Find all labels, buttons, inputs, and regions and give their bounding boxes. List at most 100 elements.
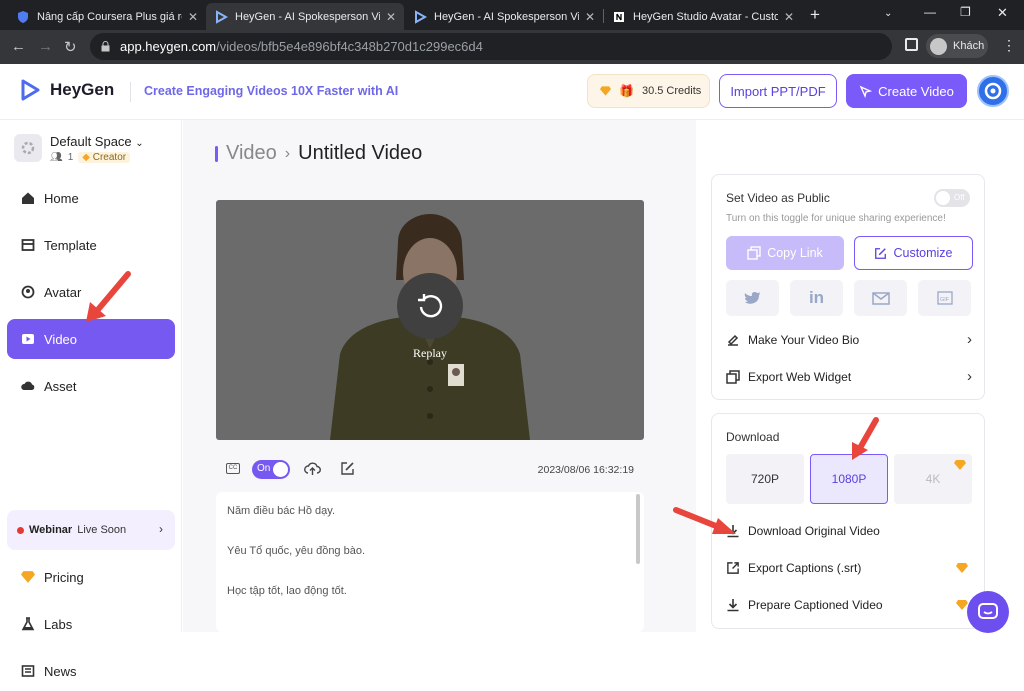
make-video-bio-label: Make Your Video Bio <box>748 333 860 347</box>
sidebar-item-label: Avatar <box>44 284 82 300</box>
download-original-row[interactable]: Download Original Video <box>726 519 972 543</box>
sidebar-item-label: Pricing <box>44 569 84 585</box>
back-icon[interactable]: ← <box>11 38 26 55</box>
customize-button[interactable]: Customize <box>854 236 973 270</box>
sidebar-item-labs[interactable]: Labs <box>7 604 175 644</box>
share-gif-button[interactable]: GIF <box>918 280 971 316</box>
lock-icon <box>101 41 110 52</box>
credits-label: 30.5 Credits <box>641 85 702 97</box>
sidebar-item-news[interactable]: News <box>7 651 175 691</box>
replay-label: Replay <box>413 346 447 360</box>
replay-icon <box>418 294 443 318</box>
created-timestamp: 2023/08/06 16:32:19 <box>537 464 634 476</box>
page-title[interactable]: Untitled Video <box>298 142 422 165</box>
sidebar-item-home[interactable]: Home <box>7 178 175 218</box>
export-captions-row[interactable]: Export Captions (.srt) <box>726 556 972 580</box>
url-field[interactable]: app.heygen.com/videos/bfb5e4e896bf4c348b… <box>90 33 892 60</box>
script-line: Học tập tốt, lao động tốt. <box>227 585 347 597</box>
browser-tab[interactable]: HeyGen Studio Avatar - Custom... ✕ <box>604 3 802 30</box>
brand-name: HeyGen <box>50 80 115 99</box>
public-toggle[interactable]: Off <box>934 189 970 207</box>
download-title: Download <box>726 430 780 444</box>
sidebar-item-asset[interactable]: Asset <box>7 366 175 406</box>
copy-link-label: Copy Link <box>767 246 823 260</box>
share-twitter-button[interactable] <box>726 280 779 316</box>
webinar-banner[interactable]: Webinar Live Soon › <box>7 510 175 550</box>
gem-icon: ◆ <box>82 152 90 163</box>
minimize-icon[interactable]: — <box>924 5 936 19</box>
create-video-button[interactable]: Create Video <box>846 74 967 108</box>
close-tab-icon[interactable]: ✕ <box>784 10 794 24</box>
create-video-label: Create Video <box>878 83 954 99</box>
user-avatar[interactable] <box>977 75 1009 107</box>
sidebar-item-label: Labs <box>44 616 73 632</box>
user-avatar-icon <box>984 82 1002 100</box>
download-card: Download 720P 1080P 4K Download Original… <box>711 413 985 629</box>
home-icon <box>22 192 34 204</box>
close-tab-icon[interactable]: ✕ <box>386 10 396 24</box>
close-tab-icon[interactable]: ✕ <box>188 10 198 24</box>
tab-search-icon[interactable]: ⌄ <box>884 8 892 19</box>
prepare-captioned-row[interactable]: Prepare Captioned Video <box>726 593 972 617</box>
script-line: Năm điều bác Hồ dạy. <box>227 505 336 517</box>
share-linkedin-button[interactable]: in <box>790 280 843 316</box>
resolution-720p[interactable]: 720P <box>726 454 804 504</box>
close-window-icon[interactable]: ✕ <box>997 5 1008 21</box>
export-web-widget-label: Export Web Widget <box>748 370 852 384</box>
script-panel[interactable]: Năm điều bác Hồ dạy. Yêu Tổ quốc, yêu đồ… <box>216 492 644 632</box>
share-mail-button[interactable] <box>854 280 907 316</box>
credits-badge[interactable]: 🎁 30.5 Credits <box>587 74 710 108</box>
sidebar-item-label: Asset <box>44 378 77 394</box>
browser-tab-bar: Nâng cấp Coursera Plus giá rẻ, t... ✕ He… <box>0 0 1024 30</box>
new-tab-icon[interactable]: + <box>810 5 820 25</box>
video-player[interactable]: Replay <box>216 200 644 440</box>
gem-icon <box>21 571 35 583</box>
profile-button[interactable]: Khách <box>926 34 988 58</box>
tab-title: HeyGen Studio Avatar - Custom... <box>633 10 778 23</box>
player-controls: CC On 2023/08/06 16:32:19 <box>216 460 644 480</box>
sidebar-item-pricing[interactable]: Pricing <box>7 557 175 597</box>
resolution-1080p[interactable]: 1080P <box>810 454 888 504</box>
sidebar-item-label: Template <box>44 237 97 253</box>
toggle-label: On <box>257 463 271 474</box>
tab-title: Nâng cấp Coursera Plus giá rẻ, t... <box>37 10 182 23</box>
upload-cloud-icon[interactable] <box>304 461 321 476</box>
sidebar-item-avatar[interactable]: Avatar <box>7 272 175 312</box>
download-original-label: Download Original Video <box>748 524 880 538</box>
tab-title: HeyGen - AI Spokesperson Vide... <box>434 10 579 23</box>
close-tab-icon[interactable]: ✕ <box>585 10 595 24</box>
reload-icon[interactable]: ↻ <box>64 38 77 56</box>
browser-tab[interactable]: Nâng cấp Coursera Plus giá rẻ, t... ✕ <box>8 3 206 30</box>
make-video-bio-row[interactable]: Make Your Video Bio › <box>726 328 972 352</box>
captions-icon[interactable]: CC <box>226 463 240 474</box>
forward-icon[interactable]: → <box>38 38 53 55</box>
gif-icon: GIF <box>936 291 953 305</box>
url-path: /videos/bfb5e4e896bf4c348b270d1c299ec6d4 <box>216 39 483 54</box>
workspace-switcher[interactable]: Default Space ⌄ 👥︎ 1 ◆ Creator <box>14 134 144 163</box>
export-web-widget-row[interactable]: Export Web Widget › <box>726 365 972 389</box>
sidebar-item-video[interactable]: Video <box>7 319 175 359</box>
restore-icon[interactable]: ❐ <box>960 5 971 19</box>
browser-tab[interactable]: HeyGen - AI Spokesperson Vide... ✕ <box>405 3 603 30</box>
gem-icon <box>600 86 611 96</box>
copy-icon <box>747 246 761 260</box>
replay-button[interactable] <box>397 273 463 339</box>
breadcrumb-root[interactable]: Video <box>226 142 277 165</box>
browser-tab-active[interactable]: HeyGen - AI Spokesperson Vide... ✕ <box>206 3 404 30</box>
notion-favicon-icon <box>614 11 624 22</box>
sidebar-item-template[interactable]: Template <box>7 225 175 265</box>
edit-icon[interactable] <box>340 461 355 476</box>
browser-menu-icon[interactable]: ⋮ <box>1002 37 1016 54</box>
heygen-logo[interactable]: HeyGen <box>18 78 114 102</box>
export-icon <box>727 562 739 574</box>
import-ppt-button[interactable]: Import PPT/PDF <box>719 74 837 108</box>
heygen-favicon-icon <box>216 9 228 24</box>
webinar-status: Live Soon <box>77 524 127 536</box>
chat-icon <box>978 603 998 619</box>
support-chat-button[interactable] <box>967 591 1009 633</box>
scrollbar[interactable] <box>636 494 640 564</box>
captions-toggle[interactable]: On <box>252 460 290 479</box>
copy-link-button[interactable]: Copy Link <box>726 236 844 270</box>
chevron-right-icon: › <box>967 331 972 348</box>
sidepanel-icon[interactable] <box>905 38 918 51</box>
